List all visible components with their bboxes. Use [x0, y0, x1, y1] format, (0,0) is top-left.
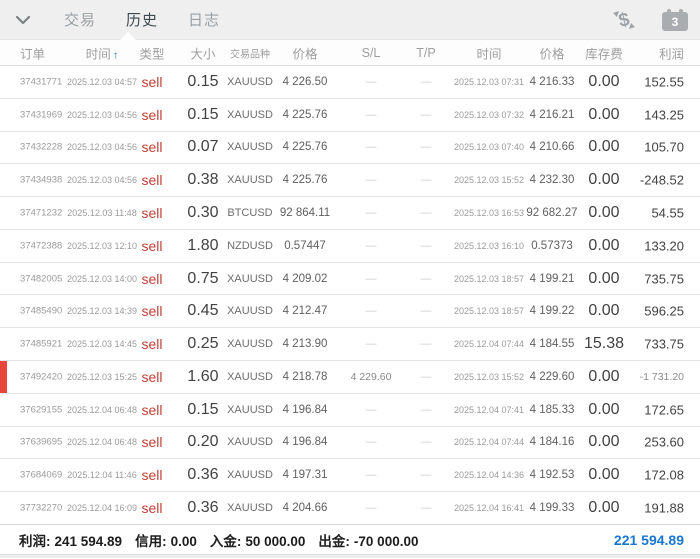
col-sl[interactable]: S/L	[341, 46, 401, 60]
history-row[interactable]: 37471232 2025.12.03 11:48 sell 0.30 BTCUSD 92…	[0, 197, 700, 230]
top-bar-actions: $ 3	[610, 0, 688, 40]
profit-cell: 253.60	[644, 434, 684, 450]
history-row[interactable]: 37431771 2025.12.03 04:57 sell 0.15 XAUUSD 4 …	[0, 66, 700, 99]
history-row[interactable]: 37432228 2025.12.03 04:56 sell 0.07 XAUUSD 4 …	[0, 131, 700, 165]
sl-cell: —	[365, 403, 377, 416]
calendar-icon[interactable]: 3	[662, 9, 688, 31]
profit-cell: 733.75	[644, 336, 684, 352]
chevron-down-icon[interactable]	[0, 0, 46, 40]
profit-cell: -248.52	[639, 172, 684, 188]
sl-cell: —	[365, 75, 377, 88]
summary-profit: 利润: 241 594.89	[19, 533, 123, 549]
history-row[interactable]: 37732270 2025.12.04 16:09 sell 0.36 XAUUSD 4 …	[0, 492, 700, 524]
profit-cell: 143.25	[644, 107, 684, 123]
sl-cell: —	[365, 239, 377, 252]
sl-cell: —	[365, 469, 377, 482]
selected-row-marker	[0, 361, 7, 393]
profit-cell: 172.08	[644, 467, 684, 483]
calendar-day-number: 3	[662, 12, 688, 31]
profit-cell: -1 731.20	[639, 370, 684, 383]
open-price-cell: 0.57447	[284, 239, 326, 252]
history-row[interactable]: 37431969 2025.12.03 04:56 sell 0.15 XAUUSD 4 …	[0, 98, 700, 132]
history-table: 37431771 2025.12.03 04:57 sell 0.15 XAUUSD 4 …	[0, 66, 700, 524]
open-price-cell: 4 209.02	[282, 272, 328, 285]
open-price-cell: 92 864.11	[279, 207, 331, 220]
history-row[interactable]: 37639695 2025.12.04 06:48 sell 0.20 XAUUSD 4 …	[0, 426, 700, 460]
open-price-cell: 4 213.90	[282, 338, 328, 351]
type-cell: sell	[141, 270, 163, 287]
type-cell: sell	[141, 139, 163, 156]
type-cell: sell	[141, 303, 163, 320]
type-cell: sell	[141, 172, 163, 189]
open-price-cell: 4 196.84	[282, 403, 328, 416]
profit-cell: 152.55	[644, 74, 684, 90]
profit-cell: 735.75	[644, 271, 684, 287]
col-profit[interactable]: 利润	[600, 43, 684, 62]
type-cell: sell	[141, 500, 163, 517]
sl-cell: —	[365, 305, 377, 318]
summary-deposit: 入金: 50 000.00	[209, 533, 306, 549]
active-tab-notch	[120, 32, 136, 40]
profit-cell: 54.55	[651, 205, 684, 221]
history-screen: 交易 历史 日志 $ 3 订单 时间 ↑ 类型 大小 交易品种 价格 S/L T…	[0, 0, 700, 559]
sl-cell: —	[365, 502, 377, 515]
sl-cell: —	[365, 108, 377, 121]
sl-cell: —	[365, 174, 377, 187]
history-row[interactable]: 37492420 2025.12.03 15:25 sell 1.60 XAUUSD 4 …	[0, 361, 700, 394]
sl-cell: —	[365, 436, 377, 449]
sl-cell: 4 229.60	[350, 370, 392, 383]
open-price-cell: 4 218.78	[282, 370, 328, 383]
col-type[interactable]: 类型	[128, 43, 176, 62]
open-price-cell: 4 196.84	[282, 436, 328, 449]
tab-journal[interactable]: 日志	[188, 9, 220, 30]
top-bar: 交易 历史 日志 $ 3	[0, 0, 700, 40]
sl-cell: —	[365, 338, 377, 351]
sl-cell: —	[365, 272, 377, 285]
tab-bar: 交易 历史 日志	[64, 9, 220, 30]
history-row[interactable]: 37482005 2025.12.03 14:00 sell 0.75 XAUUSD 4 …	[0, 262, 700, 296]
profit-cell: 191.88	[644, 500, 684, 516]
type-cell: sell	[141, 401, 163, 418]
col-open-price[interactable]: 价格	[267, 43, 343, 62]
history-row[interactable]: 37472388 2025.12.03 12:10 sell 1.80 NZDUSD 0.…	[0, 229, 700, 263]
type-cell: sell	[141, 467, 163, 484]
open-price-cell: 4 225.76	[282, 141, 328, 154]
type-cell: sell	[141, 205, 163, 222]
open-price-cell: 4 225.76	[282, 108, 328, 121]
account-summary-bar: 利润: 241 594.89 信用: 0.00 入金: 50 000.00 出金: -7…	[0, 524, 700, 554]
sl-cell: —	[365, 141, 377, 154]
sl-cell: —	[365, 207, 377, 220]
profit-cell: 172.65	[644, 402, 684, 418]
history-row[interactable]: 37684069 2025.12.04 11:46 sell 0.36 XAUUSD 4 …	[0, 459, 700, 493]
type-cell: sell	[141, 106, 163, 123]
profit-cell: 596.25	[644, 303, 684, 319]
open-price-cell: 4 197.31	[282, 469, 328, 482]
table-header: 订单 时间 ↑ 类型 大小 交易品种 价格 S/L T/P 时间 价格 库存费 利…	[0, 40, 700, 66]
type-cell: sell	[141, 237, 163, 254]
profit-cell: 133.20	[644, 238, 684, 254]
bottom-strip	[0, 554, 700, 558]
history-row[interactable]: 37629155 2025.12.04 06:48 sell 0.15 XAUUSD 4 …	[0, 393, 700, 427]
tab-trade[interactable]: 交易	[64, 9, 96, 30]
tab-history[interactable]: 历史	[126, 9, 158, 30]
profit-cell: 105.70	[644, 139, 684, 155]
summary-total: 221 594.89	[613, 531, 684, 548]
history-row[interactable]: 37434938 2025.12.03 04:56 sell 0.38 XAUUSD 4 …	[0, 164, 700, 198]
summary-withdrawal: 出金: -70 000.00	[318, 533, 419, 549]
open-price-cell: 4 226.50	[282, 75, 328, 88]
transfer-funds-icon[interactable]: $	[610, 7, 638, 33]
type-cell: sell	[141, 368, 163, 385]
type-cell: sell	[141, 434, 163, 451]
history-row[interactable]: 37485490 2025.12.03 14:39 sell 0.45 XAUUSD 4 …	[0, 295, 700, 329]
history-row[interactable]: 37485921 2025.12.03 14:45 sell 0.25 XAUUSD 4 …	[0, 328, 700, 362]
summary-credit: 信用: 0.00	[135, 533, 197, 549]
open-price-cell: 4 212.47	[282, 305, 328, 318]
open-price-cell: 4 225.76	[282, 174, 328, 187]
type-cell: sell	[141, 336, 163, 353]
sort-ascending-icon: ↑	[112, 49, 119, 61]
type-cell: sell	[141, 73, 163, 90]
open-price-cell: 4 204.66	[282, 502, 328, 515]
